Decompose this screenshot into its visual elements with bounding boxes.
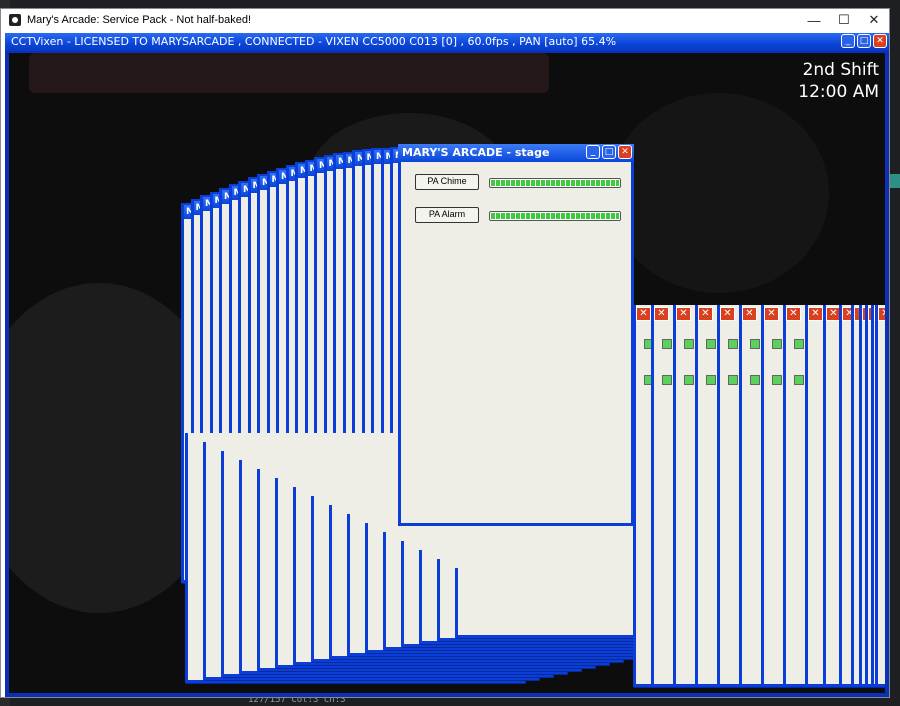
maximize-button[interactable]: ☐ — [829, 9, 859, 31]
shift-clock: 2nd Shift 12:00 AM — [798, 59, 879, 103]
window-title: Mary's Arcade: Service Pack - Not half-b… — [27, 14, 252, 26]
popup-progress-bar — [750, 339, 760, 349]
pa-chime-button[interactable]: PA Chime — [415, 174, 479, 190]
popup-close-button[interactable]: ✕ — [636, 307, 651, 321]
feed-shape — [609, 93, 829, 293]
pa-chime-progress — [489, 178, 621, 188]
shift-label: 2nd Shift — [802, 60, 879, 80]
stage-minimize-button[interactable]: _ — [586, 145, 600, 159]
pa-chime-progress-fill — [491, 180, 619, 186]
popup-progress-bar — [662, 339, 672, 349]
popup-progress-bar — [684, 375, 694, 385]
popup-progress-bar — [750, 375, 760, 385]
stage-window: MARY'S ARCADE - stage _ □ ✕ PA Chime PA … — [398, 144, 634, 526]
stage-title-text: MARY'S ARCADE - stage — [402, 146, 550, 159]
main-titlebar[interactable]: Mary's Arcade: Service Pack - Not half-b… — [1, 9, 889, 31]
popup-close-button[interactable]: ✕ — [764, 307, 779, 321]
stage-close-button[interactable]: ✕ — [618, 145, 632, 159]
feed-shape — [29, 53, 549, 93]
time-label: 12:00 AM — [798, 82, 879, 102]
popup-progress-bar — [728, 375, 738, 385]
pa-alarm-progress — [489, 211, 621, 221]
popup-close-button[interactable]: ✕ — [698, 307, 713, 321]
cctv-maximize-button[interactable]: □ — [857, 34, 871, 48]
cctv-close-button[interactable]: ✕ — [873, 34, 887, 48]
minimize-button[interactable]: — — [799, 9, 829, 31]
popup-progress-bar — [684, 339, 694, 349]
popup-progress-bar — [794, 339, 804, 349]
popup-progress-bar — [728, 339, 738, 349]
stage-titlebar[interactable]: MARY'S ARCADE - stage _ □ ✕ — [398, 144, 634, 162]
popup-close-button[interactable]: ✕ — [808, 307, 823, 321]
pa-alarm-button[interactable]: PA Alarm — [415, 207, 479, 223]
app-icon — [9, 14, 21, 26]
popup-progress-bar — [662, 375, 672, 385]
stage-maximize-button[interactable]: □ — [602, 145, 616, 159]
close-button[interactable]: ✕ — [859, 9, 889, 31]
cctv-minimize-button[interactable]: _ — [841, 34, 855, 48]
popup-progress-bar — [794, 375, 804, 385]
popup-close-button[interactable]: ✕ — [742, 307, 757, 321]
popup-progress-bar — [772, 339, 782, 349]
popup-close-button[interactable]: ✕ — [720, 307, 735, 321]
cctv-title-text: CCTVixen - LICENSED TO MARYSARCADE , CON… — [11, 35, 617, 48]
pa-alarm-progress-fill — [491, 213, 619, 219]
stacked-popup-window: ✕ — [875, 305, 885, 687]
popup-progress-bar — [772, 375, 782, 385]
popup-close-button[interactable]: ✕ — [878, 307, 885, 321]
popup-close-button[interactable]: ✕ — [786, 307, 801, 321]
cctv-titlebar[interactable]: CCTVixen - LICENSED TO MARYSARCADE , CON… — [5, 33, 889, 51]
popup-progress-bar — [706, 375, 716, 385]
popup-progress-bar — [706, 339, 716, 349]
editor-highlight — [890, 174, 900, 188]
popup-close-button[interactable]: ✕ — [654, 307, 669, 321]
popup-close-button[interactable]: ✕ — [676, 307, 691, 321]
